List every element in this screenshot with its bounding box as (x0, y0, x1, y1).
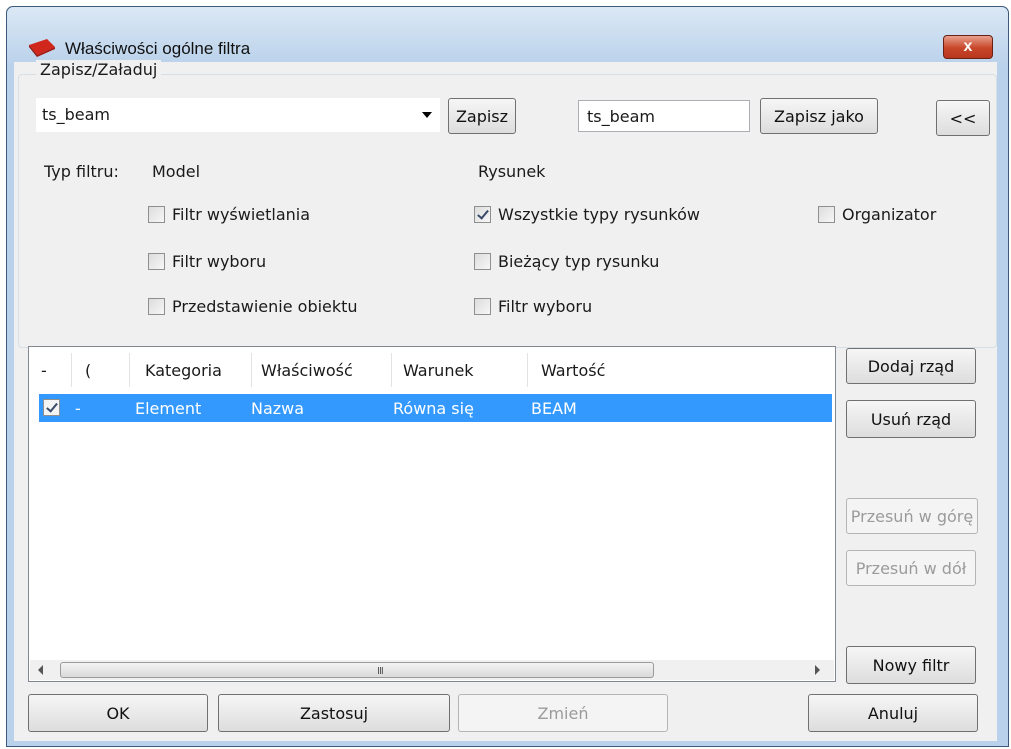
display-filter-checkbox[interactable] (148, 206, 165, 223)
new-filter-button[interactable]: Nowy filtr (846, 646, 976, 684)
all-drawing-types-label: Wszystkie typy rysunków (498, 205, 700, 224)
move-down-button[interactable]: Przesuń w dół (846, 550, 976, 586)
all-drawing-types-checkbox[interactable] (474, 206, 491, 223)
column-header-property[interactable]: Właściwość (261, 361, 353, 380)
organizer-checkbox[interactable] (818, 206, 835, 223)
current-drawing-type-checkbox[interactable] (474, 253, 491, 270)
add-row-button[interactable]: Dodaj rząd (846, 348, 976, 384)
drawing-selection-filter-label: Filtr wyboru (498, 297, 593, 316)
save-load-legend: Zapisz/Załaduj (36, 60, 162, 79)
filter-rules-grid[interactable]: - ( Kategoria Właściwość Warunek Wartość… (28, 346, 836, 682)
horizontal-scrollbar[interactable]: III (30, 660, 834, 680)
column-header-paren[interactable]: ( (85, 361, 91, 380)
row-category-cell: Element (135, 399, 202, 418)
scrollbar-thumb[interactable]: III (60, 662, 654, 678)
window-title: Właściwości ogólne filtra (65, 39, 251, 58)
app-icon (29, 39, 55, 57)
column-header-dash[interactable]: - (41, 361, 47, 380)
scrollbar-grip: III (377, 666, 384, 677)
model-header: Model (152, 162, 201, 181)
grid-header: - ( Kategoria Właściwość Warunek Wartość (29, 347, 835, 393)
save-button[interactable]: Zapisz (448, 98, 516, 134)
scroll-right-icon[interactable] (815, 665, 820, 675)
organizer-label: Organizator (842, 205, 937, 224)
save-as-name-input[interactable]: ts_beam (578, 100, 750, 132)
scroll-left-icon[interactable] (38, 665, 43, 675)
filter-combo[interactable]: ts_beam (36, 98, 440, 132)
modify-button[interactable]: Zmień (458, 694, 668, 732)
object-representation-checkbox[interactable] (148, 298, 165, 315)
column-header-value[interactable]: Wartość (541, 361, 605, 380)
current-drawing-type-label: Bieżący typ rysunku (498, 252, 660, 271)
table-row[interactable]: - Element Nazwa Równa się BEAM (39, 394, 832, 422)
filter-type-label: Typ filtru: (44, 162, 119, 181)
column-header-condition[interactable]: Warunek (403, 361, 474, 380)
display-filter-label: Filtr wyświetlania (172, 205, 311, 224)
row-paren-cell: - (75, 399, 81, 418)
close-button[interactable]: x (943, 35, 993, 59)
selection-filter-label: Filtr wyboru (172, 252, 267, 271)
save-as-button[interactable]: Zapisz jako (760, 98, 878, 134)
ok-button[interactable]: OK (28, 694, 208, 732)
row-enabled-checkbox[interactable] (43, 399, 60, 416)
row-condition-cell: Równa się (393, 399, 474, 418)
row-value-cell: BEAM (531, 399, 577, 418)
object-representation-label: Przedstawienie obiektu (172, 297, 358, 316)
title-bar[interactable]: Właściwości ogólne filtra x (7, 7, 1008, 67)
row-property-cell: Nazwa (251, 399, 305, 418)
column-header-category[interactable]: Kategoria (145, 361, 222, 380)
filter-combo-value: ts_beam (42, 105, 110, 124)
cancel-button[interactable]: Anuluj (808, 694, 978, 732)
drawing-header: Rysunek (478, 162, 546, 181)
remove-row-button[interactable]: Usuń rząd (846, 400, 976, 438)
chevron-down-icon[interactable] (422, 112, 432, 118)
apply-button[interactable]: Zastosuj (218, 694, 450, 732)
collapse-button[interactable]: << (936, 100, 990, 136)
move-up-button[interactable]: Przesuń w górę (846, 498, 978, 534)
drawing-selection-filter-checkbox[interactable] (474, 298, 491, 315)
selection-filter-checkbox[interactable] (148, 253, 165, 270)
